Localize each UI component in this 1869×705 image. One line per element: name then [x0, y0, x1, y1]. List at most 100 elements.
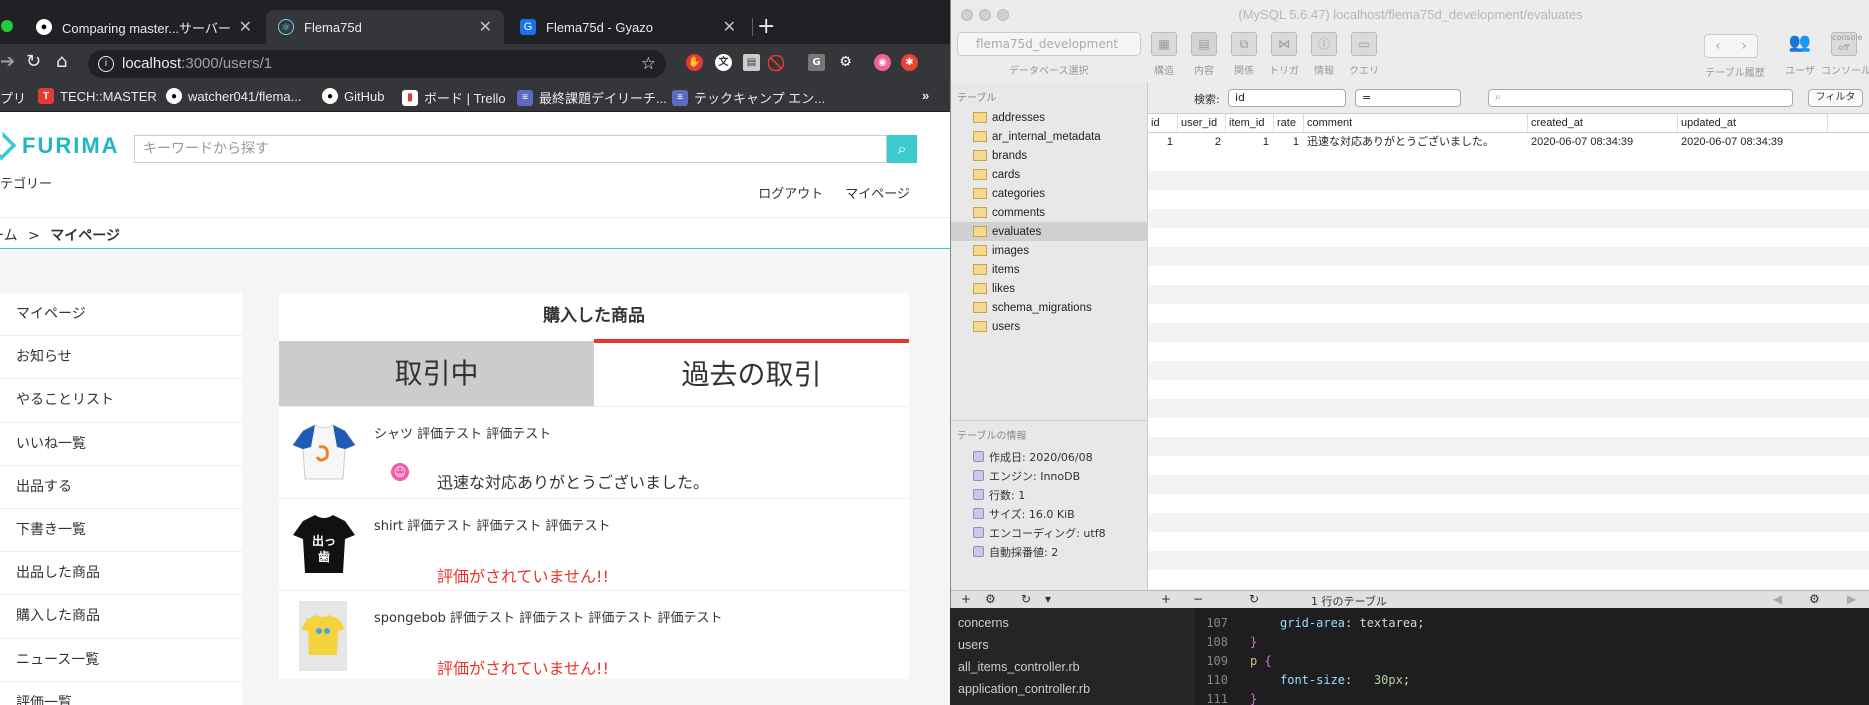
- extension-block-icon[interactable]: ⃠: [771, 54, 788, 71]
- next-page-icon[interactable]: ▶: [1847, 592, 1856, 606]
- home-icon[interactable]: ⌂: [56, 53, 67, 71]
- mypage-link[interactable]: マイページ: [845, 183, 910, 202]
- category-link[interactable]: テゴリー: [0, 173, 52, 192]
- gear-icon[interactable]: ⚙: [1809, 592, 1820, 606]
- forward-icon[interactable]: ➔: [0, 53, 15, 71]
- refresh-icon[interactable]: ↻: [1021, 592, 1031, 606]
- filter-value-input[interactable]: ⌕: [1488, 89, 1793, 107]
- gear-icon[interactable]: ⚙: [985, 592, 996, 606]
- extension-g-icon[interactable]: G: [808, 54, 825, 71]
- cell-created-at[interactable]: 2020-06-07 08:34:39: [1528, 133, 1678, 152]
- table-history-button[interactable]: テーブル履歴: [1705, 64, 1765, 79]
- query-button[interactable]: ▭ クエリ: [1347, 32, 1381, 77]
- table-item-schema-migrations[interactable]: schema_migrations: [951, 298, 1148, 317]
- file-item[interactable]: users: [958, 638, 989, 652]
- sidebar-item-news[interactable]: ニュース一覧: [0, 639, 242, 682]
- list-item[interactable]: 出っ 歯 shirt 評価テスト 評価テスト 評価テスト 評価がされていません!…: [279, 498, 909, 590]
- tab-flema75d[interactable]: ⚛ Flema75d ✕: [266, 10, 504, 44]
- content-button[interactable]: ▤ 内容: [1187, 32, 1221, 77]
- close-icon[interactable]: ✕: [723, 17, 736, 37]
- extension-gear-icon[interactable]: ⚙: [837, 54, 854, 71]
- column-header-created-at[interactable]: created_at: [1528, 114, 1678, 133]
- column-header-id[interactable]: id: [1148, 114, 1178, 133]
- close-icon[interactable]: ✕: [479, 17, 492, 37]
- add-table-icon[interactable]: +: [961, 592, 971, 606]
- column-header-item-id[interactable]: item_id: [1226, 114, 1274, 133]
- sidebar-item-purchased[interactable]: 購入した商品: [0, 595, 242, 639]
- window-zoom-button[interactable]: [1, 20, 13, 32]
- cell-comment[interactable]: 迅速な対応ありがとうございました。: [1304, 133, 1528, 152]
- file-item[interactable]: all_items_controller.rb: [958, 660, 1080, 674]
- remove-row-icon[interactable]: −: [1193, 592, 1203, 606]
- table-item-cards[interactable]: cards: [951, 165, 1148, 184]
- extension-translate-icon[interactable]: 文: [715, 54, 732, 71]
- table-item-brands[interactable]: brands: [951, 146, 1148, 165]
- close-icon[interactable]: ✕: [239, 17, 252, 37]
- extension-print-icon[interactable]: ▤: [743, 54, 760, 71]
- refresh-icon[interactable]: ↻: [1249, 592, 1259, 606]
- structure-button[interactable]: ▦ 構造: [1147, 32, 1181, 77]
- extension-red-icon[interactable]: ✱: [901, 54, 918, 71]
- bookmark-item[interactable]: T TECH::MASTER: [38, 88, 157, 104]
- cell-item-id[interactable]: 1: [1226, 133, 1274, 152]
- sidebar-item-likes[interactable]: いいね一覧: [0, 423, 242, 466]
- table-item-categories[interactable]: categories: [951, 184, 1148, 203]
- filter-field-select[interactable]: id: [1228, 89, 1346, 107]
- table-row[interactable]: 1 2 1 1 迅速な対応ありがとうございました。 2020-06-07 08:…: [1148, 133, 1869, 152]
- search-input[interactable]: キーワードから探す: [134, 135, 887, 163]
- cell-id[interactable]: 1: [1148, 133, 1178, 152]
- list-item[interactable]: シャツ 評価テスト 評価テスト ☺ 迅速な対応ありがとうございました。: [279, 406, 909, 498]
- table-item-images[interactable]: images: [951, 241, 1148, 260]
- breadcrumb-home[interactable]: ーム: [0, 228, 18, 244]
- file-item[interactable]: concerns: [958, 616, 1009, 630]
- forward-icon[interactable]: ›: [1731, 35, 1757, 57]
- address-bar[interactable]: i localhost:3000/users/1 ☆: [88, 50, 666, 78]
- sidebar-item-mypage[interactable]: マイページ: [0, 293, 242, 337]
- sidebar-item-sell[interactable]: 出品する: [0, 466, 242, 509]
- bookmark-item[interactable]: ≡ テックキャンプ エン...: [672, 88, 825, 107]
- bookmarks-overflow-button[interactable]: »: [922, 88, 929, 103]
- table-item-users[interactable]: users: [951, 317, 1148, 336]
- sidebar-item-drafts[interactable]: 下書き一覧: [0, 509, 242, 553]
- sidebar-item-notifications[interactable]: お知らせ: [0, 336, 242, 380]
- column-header-user-id[interactable]: user_id: [1178, 114, 1226, 133]
- tab-past-trades[interactable]: 過去の取引: [594, 339, 909, 406]
- sidebar-item-reviews[interactable]: 評価一覧: [0, 682, 242, 705]
- file-item[interactable]: application_controller.rb: [958, 682, 1090, 696]
- bookmark-item[interactable]: ● watcher041/flema...: [166, 88, 301, 104]
- bookmark-item[interactable]: プリ: [0, 88, 26, 107]
- info-icon[interactable]: i: [98, 56, 114, 72]
- filter-toggle-icon[interactable]: ▾: [1045, 592, 1051, 606]
- bookmark-item[interactable]: ▮ ボード | Trello: [402, 88, 506, 107]
- new-tab-button[interactable]: +: [757, 14, 775, 39]
- back-icon[interactable]: ‹: [1705, 35, 1731, 57]
- console-button[interactable]: console off コンソール: [1821, 32, 1869, 77]
- profile-avatar[interactable]: ◉: [874, 54, 891, 71]
- search-button[interactable]: ⌕: [887, 135, 917, 163]
- triggers-button[interactable]: ⋈ トリガ: [1267, 32, 1301, 77]
- database-select[interactable]: flema75d_development: [957, 32, 1141, 56]
- filter-operator-select[interactable]: =: [1355, 89, 1461, 107]
- sidebar-item-listed[interactable]: 出品した商品: [0, 552, 242, 596]
- cell-user-id[interactable]: 2: [1178, 133, 1226, 152]
- relations-button[interactable]: ⧉ 関係: [1227, 32, 1261, 77]
- cell-updated-at[interactable]: 2020-06-07 08:34:39: [1678, 133, 1828, 152]
- reload-icon[interactable]: ↻: [26, 53, 41, 71]
- previous-page-icon[interactable]: ◀: [1773, 592, 1782, 606]
- furima-logo[interactable]: FURIMA: [0, 131, 120, 161]
- users-button[interactable]: 👥 ユーザ: [1783, 32, 1817, 77]
- filter-button[interactable]: フィルタ: [1808, 89, 1863, 107]
- table-item-ar-internal-metadata[interactable]: ar_internal_metadata: [951, 127, 1148, 146]
- table-item-evaluates[interactable]: evaluates: [951, 222, 1148, 241]
- table-item-items[interactable]: items: [951, 260, 1148, 279]
- bookmark-star-icon[interactable]: ☆: [641, 50, 656, 78]
- bookmark-item[interactable]: ≡ 最終課題デイリーチ...: [517, 88, 667, 107]
- cell-rate[interactable]: 1: [1274, 133, 1304, 152]
- table-item-addresses[interactable]: addresses: [951, 108, 1148, 127]
- sidebar-item-todo[interactable]: やることリスト: [0, 379, 242, 423]
- table-item-likes[interactable]: likes: [951, 279, 1148, 298]
- logout-link[interactable]: ログアウト: [758, 183, 823, 202]
- extension-hand-icon[interactable]: ✋: [686, 54, 703, 71]
- table-item-comments[interactable]: comments: [951, 203, 1148, 222]
- info-button[interactable]: ⓘ 情報: [1307, 32, 1341, 77]
